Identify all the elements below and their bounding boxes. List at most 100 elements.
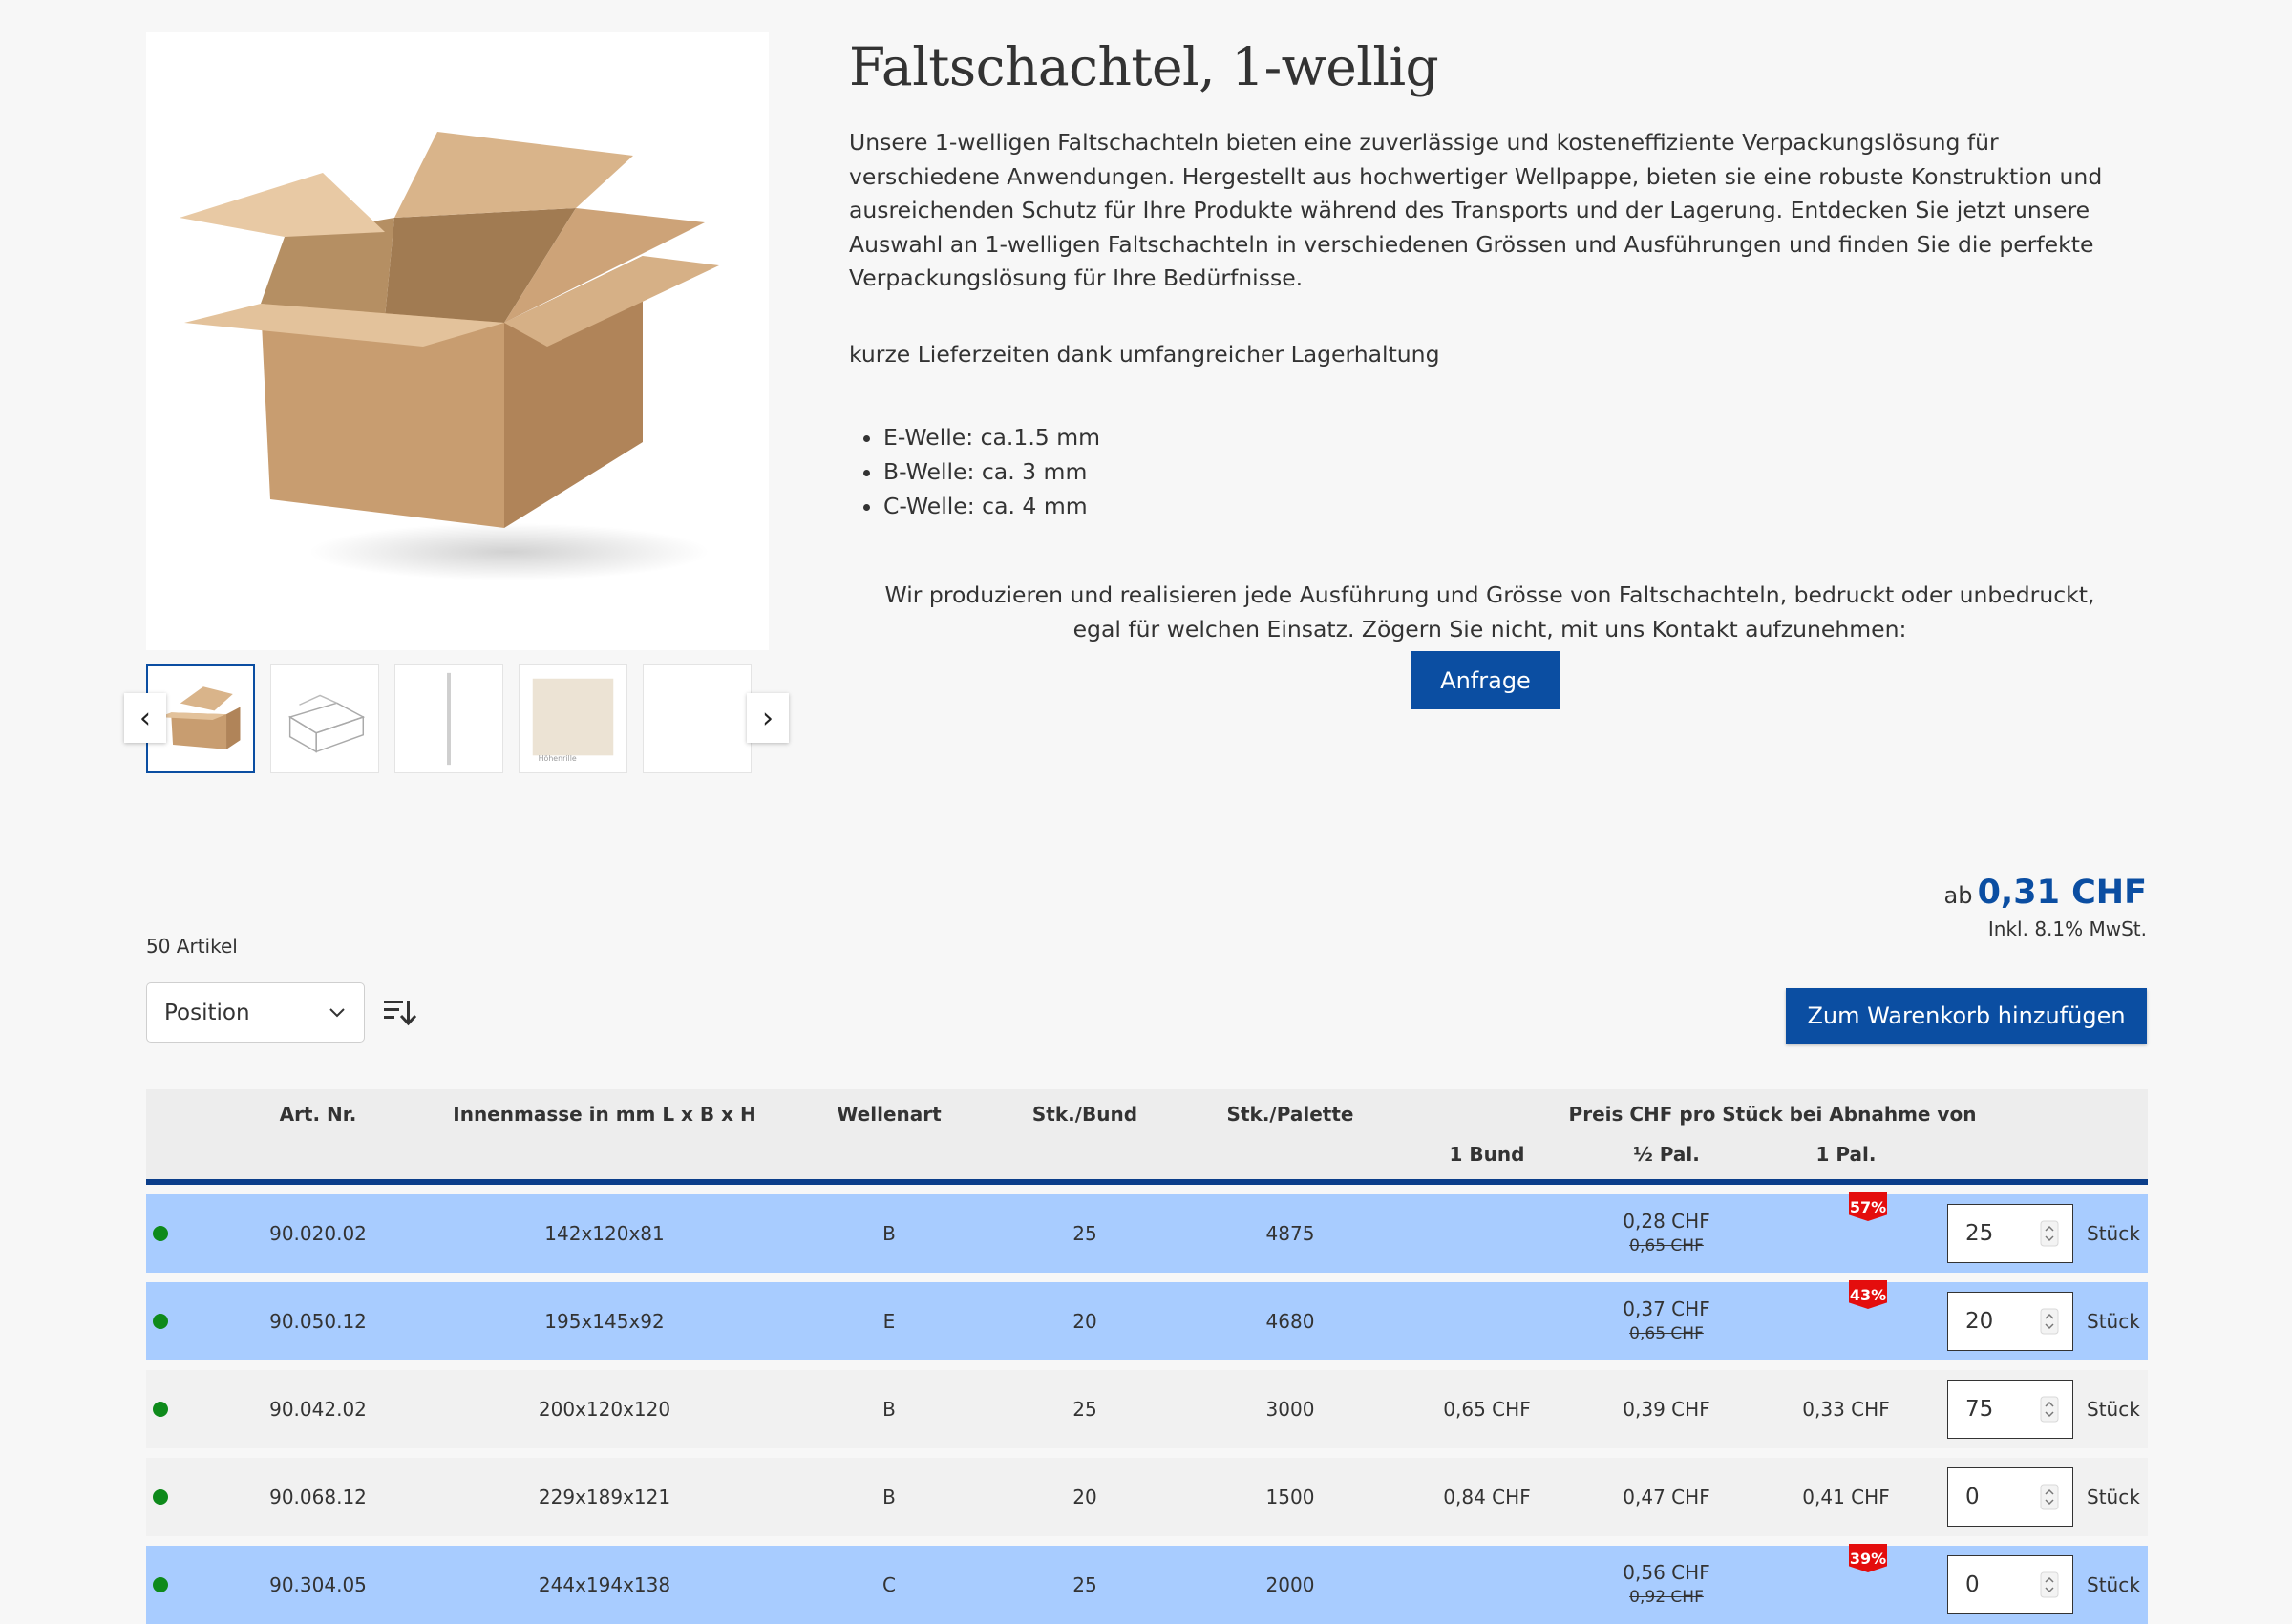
unit-label: Stück — [2087, 1486, 2140, 1508]
cell-dimensions: 200x120x120 — [538, 1398, 671, 1421]
thumbnail-prev-button[interactable]: ‹ — [124, 693, 166, 743]
header-per-bundle: Stk./Bund — [1031, 1103, 1138, 1126]
cell-price-bundle: 0,84 CHF — [1443, 1486, 1531, 1508]
current-price: 0,47 CHF — [1623, 1486, 1710, 1508]
feature-item: E-Welle: ca.1.5 mm — [883, 420, 1100, 454]
cell-flute: B — [882, 1222, 896, 1245]
stock-status-dot — [153, 1577, 168, 1592]
old-price: 0,65 CHF — [1629, 1324, 1704, 1343]
cell-art-nr: 90.050.12 — [269, 1310, 367, 1333]
sort-select-value: Position — [164, 1000, 250, 1025]
current-price: 0,39 CHF — [1623, 1398, 1710, 1421]
cell-price-bundle: 0,65 CHF — [1443, 1398, 1531, 1421]
cell-per-pallet: 4875 — [1265, 1222, 1315, 1245]
feature-item: B-Welle: ca. 3 mm — [883, 454, 1100, 489]
stock-status-dot — [153, 1314, 168, 1329]
quantity-value: 0 — [1965, 1485, 1980, 1509]
current-price: 0,37 CHF — [1623, 1297, 1710, 1320]
chevron-down-icon — [329, 1007, 345, 1017]
table-row[interactable]: 90.042.02 200x120x120 B 25 3000 0,65 CHF… — [146, 1370, 2148, 1448]
header-per-pallet: Stk./Palette — [1226, 1103, 1354, 1126]
header-half-pallet: ½ Pal. — [1633, 1143, 1700, 1166]
thumbnail-5[interactable] — [643, 664, 752, 773]
cell-per-bundle: 20 — [1072, 1310, 1097, 1333]
thumbnail-next-button[interactable]: › — [747, 693, 789, 743]
quantity-stepper[interactable]: 0 — [1947, 1555, 2073, 1614]
sort-direction-icon[interactable] — [382, 997, 416, 1027]
stock-status-dot — [153, 1226, 168, 1241]
sort-select[interactable]: Position — [146, 982, 365, 1043]
cell-per-pallet: 2000 — [1265, 1573, 1315, 1596]
cell-dimensions: 142x120x81 — [544, 1222, 665, 1245]
cell-dimensions: 229x189x121 — [538, 1486, 671, 1508]
thumbnail-wall-section — [447, 672, 451, 766]
cell-per-pallet: 1500 — [1265, 1486, 1315, 1508]
quantity-stepper[interactable]: 75 — [1947, 1380, 2073, 1439]
quantity-stepper[interactable]: 25 — [1947, 1204, 2073, 1263]
table-header: Art. Nr. Innenmasse in mm L x B x H Well… — [146, 1089, 2148, 1185]
current-price: 0,28 CHF — [1623, 1210, 1710, 1233]
cell-flute: E — [882, 1310, 896, 1333]
discount-badge: 43% — [1849, 1280, 1887, 1309]
cell-art-nr: 90.068.12 — [269, 1486, 367, 1508]
thumbnail-strip: Höhenrille ‹ › — [124, 664, 793, 777]
price-value: 0,31 CHF — [1977, 874, 2147, 912]
cell-price-pallet: 0,33 CHF — [1802, 1398, 1890, 1421]
product-main-image[interactable] — [146, 32, 769, 650]
cell-art-nr: 90.020.02 — [269, 1222, 367, 1245]
header-dimensions: Innenmasse in mm L x B x H — [453, 1103, 756, 1126]
thumbnail-3[interactable] — [394, 664, 503, 773]
current-price: 0,56 CHF — [1623, 1561, 1710, 1584]
add-to-cart-button[interactable]: Zum Warenkorb hinzufügen — [1786, 988, 2147, 1044]
cell-art-nr: 90.042.02 — [269, 1398, 367, 1421]
discount-badge: 57% — [1849, 1192, 1887, 1221]
quantity-value: 0 — [1965, 1572, 1980, 1597]
thumbnail-4[interactable]: Höhenrille — [519, 664, 627, 773]
table-row[interactable]: 90.304.05 244x194x138 C 25 2000 0,56 CHF… — [146, 1544, 2148, 1624]
header-bundle: 1 Bund — [1449, 1143, 1525, 1166]
inquiry-button[interactable]: Anfrage — [1411, 651, 1560, 709]
cell-per-pallet: 3000 — [1265, 1398, 1315, 1421]
cell-flute: B — [882, 1486, 896, 1508]
unit-label: Stück — [2087, 1222, 2140, 1245]
thumbnail-label: Höhenrille — [539, 754, 577, 763]
cell-art-nr: 90.304.05 — [269, 1573, 367, 1596]
vat-note: Inkl. 8.1% MwSt. — [1987, 917, 2147, 940]
table-row[interactable]: 90.020.02 142x120x81 B 25 4875 0,28 CHF … — [146, 1192, 2148, 1273]
spinner-arrows-icon[interactable] — [2040, 1220, 2059, 1247]
unit-label: Stück — [2087, 1310, 2140, 1333]
chevron-left-icon: ‹ — [139, 701, 151, 735]
old-price: 0,65 CHF — [1629, 1236, 1704, 1255]
thumbnail-2[interactable] — [270, 664, 379, 773]
header-art-nr: Art. Nr. — [279, 1103, 357, 1126]
spinner-arrows-icon[interactable] — [2040, 1308, 2059, 1335]
table-row[interactable]: 90.050.12 195x145x92 E 20 4680 0,37 CHF … — [146, 1280, 2148, 1360]
table-row[interactable]: 90.068.12 229x189x121 B 20 1500 0,84 CHF… — [146, 1458, 2148, 1536]
spinner-arrows-icon[interactable] — [2040, 1484, 2059, 1510]
table-body: 90.020.02 142x120x81 B 25 4875 0,28 CHF … — [146, 1192, 2148, 1624]
header-pallet: 1 Pal. — [1815, 1143, 1877, 1166]
unit-label: Stück — [2087, 1573, 2140, 1596]
cell-price-half-pallet: 0,37 CHF 0,65 CHF — [1623, 1297, 1709, 1346]
feature-item: C-Welle: ca. 4 mm — [883, 489, 1100, 523]
cell-per-bundle: 20 — [1072, 1486, 1097, 1508]
chevron-right-icon: › — [762, 701, 774, 735]
cell-price-half-pallet: 0,39 CHF — [1623, 1397, 1709, 1422]
feature-list: E-Welle: ca.1.5 mm B-Welle: ca. 3 mm C-W… — [849, 420, 1100, 523]
spinner-arrows-icon[interactable] — [2040, 1571, 2059, 1598]
price-prefix: ab — [1943, 882, 1973, 909]
discount-badge: 39% — [1849, 1544, 1887, 1572]
cell-price-pallet: 0,41 CHF — [1802, 1486, 1890, 1508]
page-title: Faltschachtel, 1-wellig — [849, 36, 1439, 97]
quantity-stepper[interactable]: 20 — [1947, 1292, 2073, 1351]
contact-text: Wir produzieren und realisieren jede Aus… — [884, 581, 2095, 643]
cell-per-bundle: 25 — [1072, 1398, 1097, 1421]
header-price-group: Preis CHF pro Stück bei Abnahme von — [1568, 1103, 1977, 1126]
cell-price-half-pallet: 0,47 CHF — [1623, 1485, 1709, 1509]
quantity-value: 25 — [1965, 1221, 1994, 1246]
quantity-value: 75 — [1965, 1397, 1994, 1422]
article-count: 50 Artikel — [146, 935, 238, 958]
quantity-stepper[interactable]: 0 — [1947, 1467, 2073, 1527]
cell-per-pallet: 4680 — [1265, 1310, 1315, 1333]
spinner-arrows-icon[interactable] — [2040, 1396, 2059, 1423]
